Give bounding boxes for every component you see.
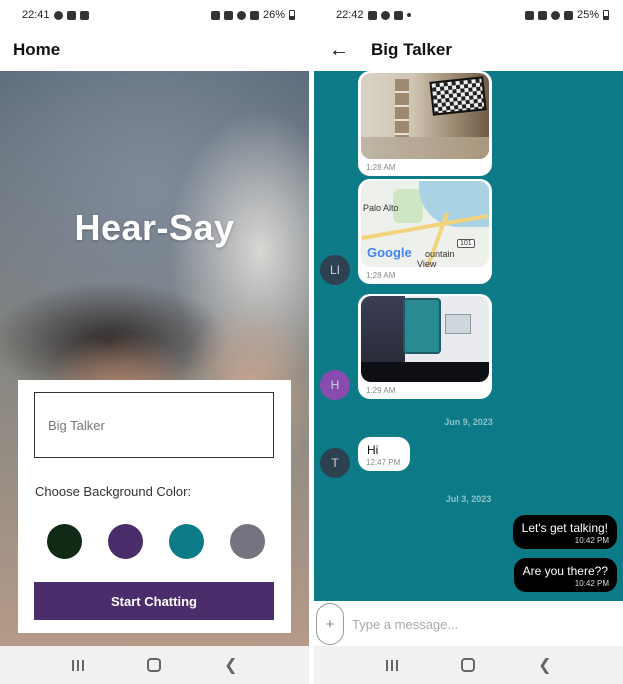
more-notifications-dot-icon	[406, 13, 411, 17]
notification-icon	[79, 10, 89, 20]
signal-icon	[563, 10, 573, 20]
avatar: LI	[320, 255, 350, 285]
notification-icon	[66, 10, 76, 20]
system-nav-bar: ❮	[314, 646, 623, 684]
date-separator: Jul 3, 2023	[445, 494, 492, 504]
start-chatting-button[interactable]: Start Chatting	[34, 582, 274, 620]
message-time: 1:28 AM	[366, 271, 396, 280]
tv-screen-shape	[429, 76, 487, 116]
avatar: T	[320, 448, 350, 478]
room-with-tv-image[interactable]	[361, 73, 489, 159]
background-color-label: Choose Background Color:	[35, 484, 192, 499]
color-swatches	[47, 524, 265, 559]
floor-shape	[361, 137, 489, 159]
nav-home-icon[interactable]	[453, 652, 483, 678]
monitor-shape	[361, 296, 405, 362]
status-time: 22:42	[336, 9, 364, 21]
chat-title: Big Talker	[371, 40, 452, 59]
status-bar: 22:42 25%	[314, 0, 623, 30]
map-label: View	[417, 259, 437, 267]
chat-message-list[interactable]: 1:28 AM LI Palo Alto Google ountain View…	[314, 71, 623, 601]
app-bar: Home	[0, 30, 309, 70]
image-message[interactable]: Palo Alto Google ountain View 101 1:28 A…	[358, 179, 492, 284]
notification-icon	[380, 10, 390, 20]
mute-icon	[223, 10, 233, 20]
page-title: Home	[13, 40, 61, 59]
message-time: 1:29 AM	[366, 386, 396, 395]
google-logo: Google	[367, 245, 412, 260]
nav-recents-icon[interactable]	[377, 652, 407, 678]
map-road-shape	[361, 213, 489, 241]
date-separator: Jun 9, 2023	[444, 417, 493, 427]
gallery-icon	[367, 10, 377, 20]
signal-icon	[249, 10, 259, 20]
battery-percent: 26%	[262, 9, 285, 21]
wifi-icon	[236, 10, 246, 20]
name-input[interactable]	[34, 392, 274, 458]
wifi-icon	[550, 10, 560, 20]
window-shape	[445, 314, 471, 334]
notification-icon	[393, 10, 403, 20]
nav-back-icon[interactable]: ❮	[216, 652, 246, 678]
message-composer: +	[314, 601, 623, 647]
alarm-icon	[210, 10, 220, 20]
status-left: 22:42	[336, 9, 411, 21]
message-time: 10:42 PM	[574, 579, 609, 588]
map-label: Palo Alto	[363, 203, 399, 213]
message-time: 1:28 AM	[366, 163, 396, 172]
setup-card: Choose Background Color: Start Chatting	[18, 380, 291, 633]
battery-icon	[289, 10, 295, 20]
status-right: 26%	[210, 9, 295, 21]
own-message[interactable]: Are you there?? 10:42 PM	[513, 558, 617, 592]
app-title: Hear-Say	[74, 207, 235, 248]
message-time: 10:42 PM	[574, 536, 609, 545]
color-swatch-teal[interactable]	[169, 524, 204, 559]
google-logo-text: Google	[367, 245, 412, 260]
color-swatch-purple[interactable]	[108, 524, 143, 559]
color-swatch-dark-green[interactable]	[47, 524, 82, 559]
nav-recents-icon[interactable]	[63, 652, 93, 678]
image-message[interactable]: 1:28 AM	[358, 71, 492, 176]
back-arrow-icon[interactable]: ←	[329, 39, 349, 62]
nav-back-icon[interactable]: ❮	[530, 652, 560, 678]
message-time: 12:47 PM	[366, 458, 401, 467]
own-message[interactable]: Let's get talking! 10:42 PM	[512, 515, 617, 549]
highway-badge: 101	[457, 239, 475, 248]
battery-icon	[603, 10, 609, 20]
app-bar: ← Big Talker	[314, 30, 623, 70]
phone-shape	[403, 298, 441, 354]
nav-home-icon[interactable]	[139, 652, 169, 678]
screen-root: 22:41 26% Home Hear-Say Choose Backgroun…	[0, 0, 623, 684]
chat-screen: 22:42 25% ← Big Talker 1:28 AM LI Palo A…	[314, 0, 623, 684]
home-screen: 22:41 26% Home Hear-Say Choose Backgroun…	[0, 0, 309, 684]
avatar: H	[320, 370, 350, 400]
message-text: Hi	[367, 443, 379, 457]
battery-percent: 25%	[576, 9, 599, 21]
message-input[interactable]	[352, 609, 612, 639]
notification-icon	[53, 10, 63, 20]
status-left: 22:41	[22, 9, 89, 21]
map-image[interactable]: Palo Alto Google ountain View 101	[361, 181, 489, 267]
message-text: Are you there??	[522, 564, 608, 578]
desk-screen-image[interactable]	[361, 296, 489, 382]
plus-icon[interactable]: +	[316, 603, 344, 645]
text-message[interactable]: Hi 12:47 PM	[358, 437, 410, 471]
desk-shape	[361, 362, 489, 382]
alarm-icon	[524, 10, 534, 20]
map-label: ountain	[425, 249, 455, 259]
system-nav-bar: ❮	[0, 646, 309, 684]
image-message[interactable]: 1:29 AM	[358, 294, 492, 399]
status-time: 22:41	[22, 9, 50, 21]
color-swatch-gray[interactable]	[230, 524, 265, 559]
status-bar: 22:41 26%	[0, 0, 309, 30]
message-text: Let's get talking!	[521, 521, 608, 535]
mute-icon	[537, 10, 547, 20]
status-right: 25%	[524, 9, 609, 21]
